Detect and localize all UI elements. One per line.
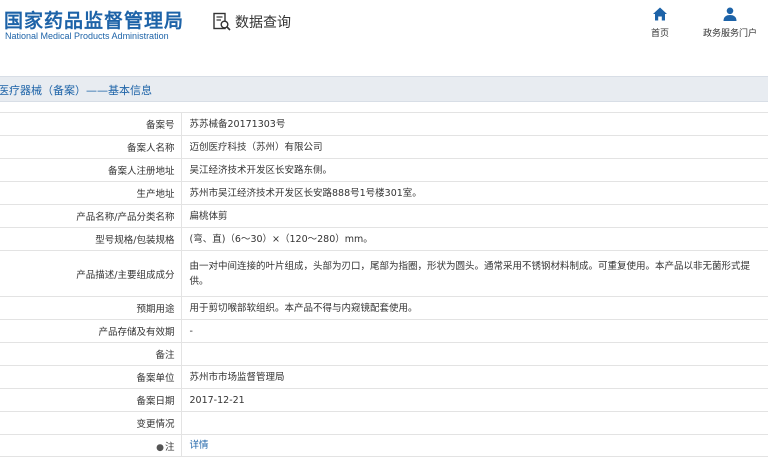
user-icon <box>723 7 737 21</box>
field-value: 苏州市市场监督管理局 <box>181 365 768 389</box>
field-value <box>181 411 768 435</box>
table-row: 备注 <box>0 342 768 366</box>
table-row: 预期用途 用于剪切喉部软组织。本产品不得与内窥镜配套使用。 <box>0 296 768 320</box>
nav-home-label: 首页 <box>650 29 669 39</box>
field-value: 吴江经济技术开发区长安路东侧。 <box>181 158 768 182</box>
note-value-cell: 详情 <box>181 434 768 457</box>
field-label: 产品名称/产品分类名称 <box>0 204 182 228</box>
field-label: 备案号 <box>0 112 182 136</box>
field-label: 生产地址 <box>0 181 182 205</box>
table-row: 备案人注册地址 吴江经济技术开发区长安路东侧。 <box>0 158 768 182</box>
field-value: 由一对中间连接的叶片组成，头部为刃口，尾部为指圈，形状为圆头。通常采用不锈钢材料… <box>181 250 768 297</box>
data-query-heading: 数据查询 <box>212 12 291 32</box>
table-row: 备案日期 2017-12-21 <box>0 388 768 412</box>
field-label: 备案人名称 <box>0 135 182 159</box>
field-value: 迈创医疗科技（苏州）有限公司 <box>181 135 768 159</box>
logo-english-title[interactable]: National Medical Products Administration <box>5 31 169 41</box>
table-row: 备案号 苏苏械备20171303号 <box>0 112 768 136</box>
field-label: 变更情况 <box>0 411 182 435</box>
field-label: 产品存储及有效期 <box>0 319 182 343</box>
field-label: 注 <box>164 441 175 453</box>
section-header-bar: 医疗器械（备案）——基本信息 <box>0 76 768 102</box>
field-value: 扁桃体剪 <box>181 204 768 228</box>
field-value: - <box>181 319 768 343</box>
table-row: 备案单位 苏州市市场监督管理局 <box>0 365 768 389</box>
field-label: 预期用途 <box>0 296 182 320</box>
field-label: 产品描述/主要组成成分 <box>0 250 182 297</box>
pin-icon: ● <box>156 442 164 453</box>
field-label: 备案单位 <box>0 365 182 389</box>
table-row: 产品名称/产品分类名称 扁桃体剪 <box>0 204 768 228</box>
field-label: 备案日期 <box>0 388 182 412</box>
basic-info-table: 备案号 苏苏械备20171303号 备案人名称 迈创医疗科技（苏州）有限公司 备… <box>0 112 768 457</box>
field-value: 苏苏械备20171303号 <box>181 112 768 136</box>
field-label: 备注 <box>0 342 182 366</box>
table-row: 型号规格/包装规格 (弯、直)（6～30）×（120～280）mm。 <box>0 227 768 251</box>
nav-portal-label: 政务服务门户 <box>702 29 757 39</box>
field-label: 型号规格/包装规格 <box>0 227 182 251</box>
nav-government-portal[interactable]: 政务服务门户 <box>694 6 766 39</box>
table-row: 生产地址 苏州市吴江经济技术开发区长安路888号1号楼301室。 <box>0 181 768 205</box>
site-header: 国家药品监督管理局 National Medical Products Admi… <box>0 0 768 72</box>
details-link[interactable]: 详情 <box>190 440 209 451</box>
data-query-label: 数据查询 <box>235 15 291 31</box>
table-row: 变更情况 <box>0 411 768 435</box>
home-icon <box>653 7 667 21</box>
table-row: 备案人名称 迈创医疗科技（苏州）有限公司 <box>0 135 768 159</box>
field-value: 用于剪切喉部软组织。本产品不得与内窥镜配套使用。 <box>181 296 768 320</box>
field-value <box>181 342 768 366</box>
table-row: 产品存储及有效期 - <box>0 319 768 343</box>
section-title: 医疗器械（备案）——基本信息 <box>0 84 152 97</box>
document-search-icon <box>213 12 231 31</box>
table-row: 产品描述/主要组成成分 由一对中间连接的叶片组成，头部为刃口，尾部为指圈，形状为… <box>0 250 768 297</box>
nav-home[interactable]: 首页 <box>640 6 680 39</box>
logo-chinese-title[interactable]: 国家药品监督管理局 <box>4 6 184 33</box>
field-label: 备案人注册地址 <box>0 158 182 182</box>
table-row: ●注 详情 <box>0 434 768 457</box>
field-value: (弯、直)（6～30）×（120～280）mm。 <box>181 227 768 251</box>
field-value: 苏州市吴江经济技术开发区长安路888号1号楼301室。 <box>181 181 768 205</box>
note-label-cell: ●注 <box>0 434 182 457</box>
field-value: 2017-12-21 <box>181 388 768 412</box>
